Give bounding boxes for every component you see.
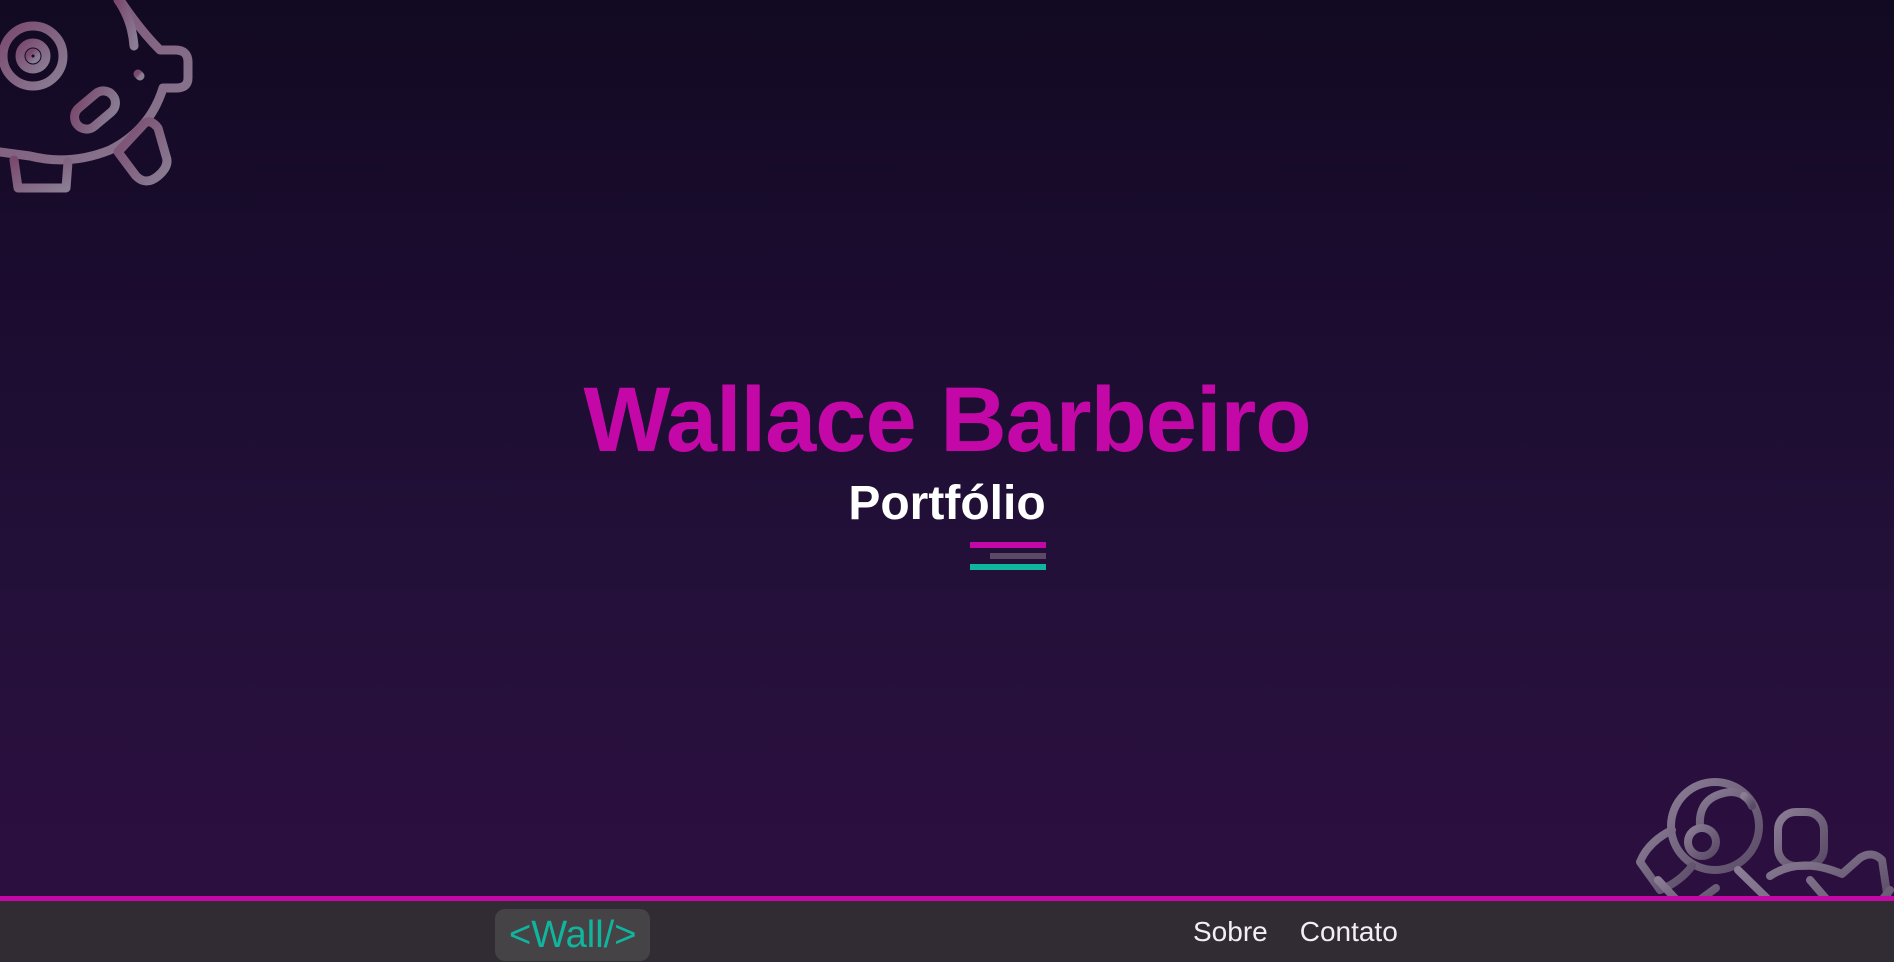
- page: Wallace Barbeiro Portfólio <Wall/> Sobre…: [0, 0, 1894, 962]
- nav-link-sobre[interactable]: Sobre: [1193, 916, 1268, 948]
- hero-section: Wallace Barbeiro Portfólio: [0, 360, 1894, 570]
- logo-link[interactable]: <Wall/>: [495, 909, 651, 961]
- robot-icon: [0, 0, 193, 193]
- navbar: <Wall/> Sobre Contato: [0, 896, 1894, 962]
- nav-links: Sobre Contato: [1193, 901, 1398, 962]
- nav-link-contato[interactable]: Contato: [1300, 916, 1398, 948]
- subtitle-underline-decoration: [969, 542, 1046, 572]
- underline-bar-muted: [989, 553, 1046, 559]
- hero-subtitle: Portfólio: [848, 474, 1046, 570]
- underline-bar-secondary: [969, 564, 1046, 570]
- hero-title: Wallace Barbeiro: [583, 369, 1311, 471]
- hero-subtitle-text: Portfólio: [848, 477, 1046, 530]
- underline-bar-accent: [969, 542, 1046, 548]
